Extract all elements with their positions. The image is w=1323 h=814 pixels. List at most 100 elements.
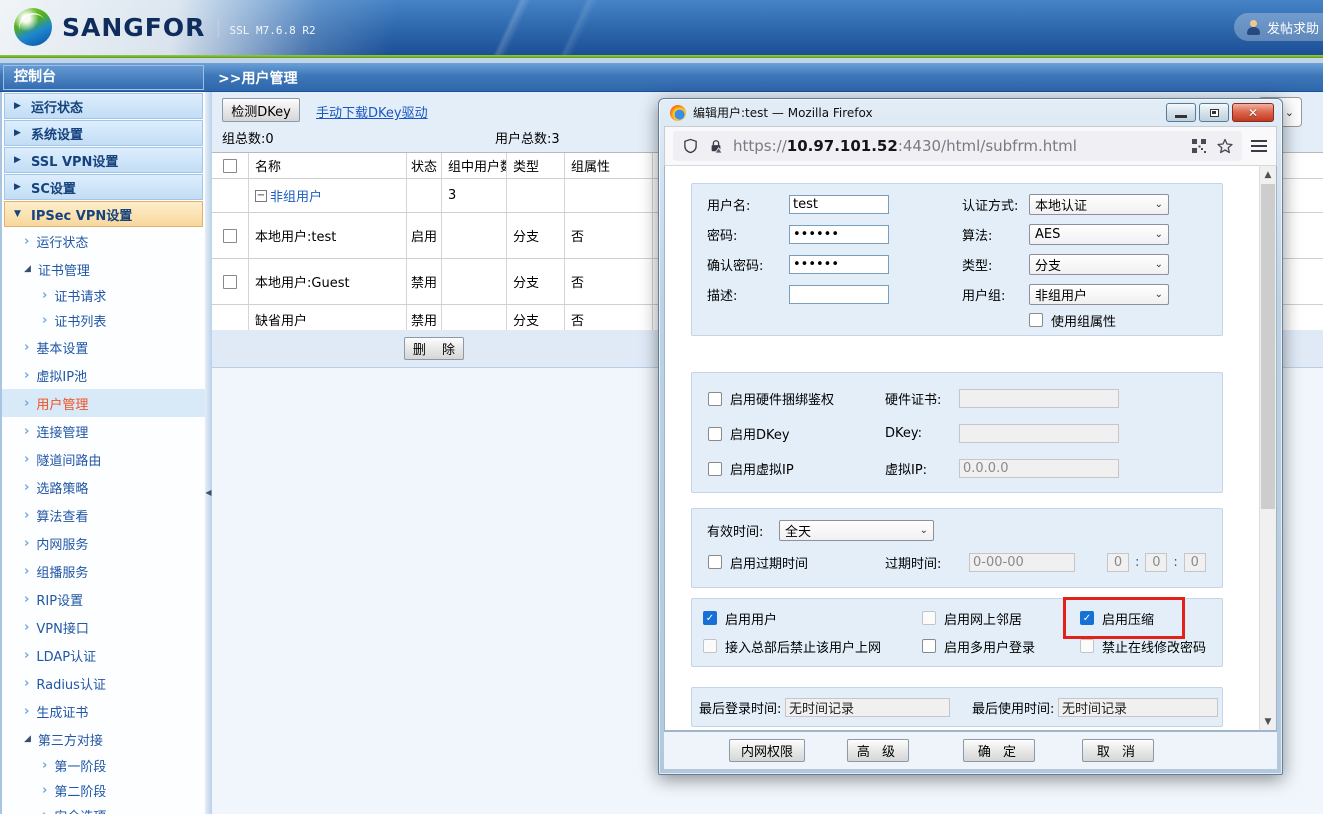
minimize-button[interactable] — [1166, 103, 1196, 122]
use-group-attr-checkbox[interactable] — [1029, 313, 1043, 327]
net-neighbor-checkbox[interactable] — [922, 611, 936, 625]
sidebar-item-cert-management[interactable]: ◢ 证书管理 — [2, 255, 205, 283]
sidebar-item-connection-management[interactable]: › 连接管理 — [2, 417, 205, 445]
enable-dkey-checkbox[interactable] — [708, 426, 722, 441]
sidebar-item-label: 证书列表 — [54, 315, 107, 330]
sidebar-item-running-status[interactable]: ▶ 运行状态 — [4, 93, 203, 119]
expire-second-input — [1183, 552, 1206, 572]
window-scrollbar[interactable]: ▲ ▼ — [1259, 166, 1276, 730]
chevron-right-icon: › — [24, 703, 30, 719]
type-select[interactable]: 分支 ⌄ — [1029, 253, 1169, 275]
group-link[interactable]: 非组用户 — [270, 186, 322, 205]
tree-collapse-icon[interactable]: − — [255, 189, 267, 202]
sidebar-item-ldap-auth[interactable]: › LDAP认证 — [2, 641, 205, 669]
detect-dkey-button[interactable]: 检测DKey — [222, 98, 300, 122]
scroll-down-arrow[interactable]: ▼ — [1260, 713, 1276, 730]
expire-minute-input — [1145, 552, 1168, 572]
group-name-cell: − 非组用户 — [249, 179, 407, 212]
user-name-cell[interactable]: 本地用户:Guest — [249, 259, 407, 304]
sidebar-item-system-settings[interactable]: ▶ 系统设置 — [4, 120, 203, 146]
window-titlebar[interactable]: 编辑用户:test — Mozilla Firefox ✕ — [664, 99, 1277, 126]
sidebar-item-ipsec-running-status[interactable]: › 运行状态 — [2, 227, 205, 255]
sidebar-item-generate-cert[interactable]: › 生成证书 — [2, 697, 205, 725]
description-input[interactable] — [789, 284, 889, 304]
net-neighbor-label: 启用网上邻居 — [944, 612, 1023, 628]
sidebar-item-ssl-vpn-settings[interactable]: ▶ SSL VPN设置 — [4, 147, 203, 173]
sidebar-item-security-options[interactable]: › 安全选项 — [2, 803, 205, 814]
sidebar-item-label: VPN接口 — [36, 621, 89, 637]
sidebar-item-phase-one[interactable]: › 第一阶段 — [2, 753, 205, 778]
close-button[interactable]: ✕ — [1232, 103, 1274, 122]
enable-user-checkbox[interactable]: ✓ — [703, 611, 717, 625]
sidebar-item-user-management[interactable]: › 用户管理 — [2, 389, 205, 417]
enable-virtual-ip-checkbox[interactable] — [708, 461, 722, 476]
virtual-ip-label: 虚拟IP: — [885, 463, 928, 478]
enable-expire-checkbox[interactable] — [708, 555, 722, 569]
user-group-select[interactable]: 非组用户 ⌄ — [1029, 283, 1169, 305]
chevron-right-icon: › — [42, 313, 48, 328]
sidebar-item-label: 第二阶段 — [54, 785, 107, 800]
minimize-icon — [1175, 114, 1187, 118]
valid-time-select[interactable]: 全天 ⌄ — [779, 519, 934, 541]
sidebar-item-radius-auth[interactable]: › Radius认证 — [2, 669, 205, 697]
sidebar-item-label: 算法查看 — [36, 509, 89, 525]
sidebar-item-ipsec-vpn-settings[interactable]: ▼ IPSec VPN设置 — [4, 201, 203, 227]
forbid-internet-checkbox[interactable] — [703, 639, 717, 653]
url-bar[interactable]: https://10.97.101.52:4430/html/subfrm.ht… — [673, 131, 1242, 161]
status-cell: 启用 — [407, 213, 442, 258]
forbid-pwd-change-checkbox[interactable] — [1080, 639, 1094, 653]
chevron-right-icon: › — [24, 479, 30, 495]
sidebar-item-label: 安全选项 — [54, 806, 106, 814]
type-label: 类型: — [962, 258, 993, 274]
row-checkbox[interactable] — [223, 274, 237, 289]
restore-button[interactable] — [1199, 103, 1229, 122]
intranet-permission-button[interactable]: 内网权限 — [729, 739, 805, 762]
sidebar-item-rip-settings[interactable]: › RIP设置 — [2, 585, 205, 613]
url-text[interactable]: https://10.97.101.52:4430/html/subfrm.ht… — [733, 137, 1182, 155]
sidebar-item-virtual-ip-pool[interactable]: › 虚拟IP池 — [2, 361, 205, 389]
username-input[interactable] — [789, 194, 889, 214]
sidebar-item-route-policy[interactable]: › 选路策略 — [2, 473, 205, 501]
multi-login-checkbox[interactable] — [922, 639, 936, 653]
sidebar-item-algorithm-view[interactable]: › 算法查看 — [2, 501, 205, 529]
scroll-up-arrow[interactable]: ▲ — [1260, 166, 1276, 183]
sidebar-item-tunnel-routing[interactable]: › 隧道间路由 — [2, 445, 205, 473]
user-name-cell[interactable]: 本地用户:test — [249, 213, 407, 258]
menu-hamburger-icon[interactable] — [1250, 137, 1268, 155]
sidebar-item-basic-settings[interactable]: › 基本设置 — [2, 333, 205, 361]
algorithm-select[interactable]: AES ⌄ — [1029, 223, 1169, 245]
app-root: SANGFOR | SSL M7.6.8 R2 发帖求助 控制台 >>用户管理 … — [0, 0, 1323, 814]
lock-warning-icon[interactable] — [707, 137, 725, 155]
chevron-right-icon: › — [24, 339, 30, 355]
dkey-label: DKey: — [885, 426, 923, 441]
select-all-checkbox[interactable] — [223, 158, 237, 173]
sidebar-item-vpn-interface[interactable]: › VPN接口 — [2, 613, 205, 641]
row-checkbox[interactable] — [223, 228, 237, 243]
sidebar-item-multicast-service[interactable]: › 组播服务 — [2, 557, 205, 585]
chevron-right-icon: › — [24, 619, 30, 635]
auth-method-select[interactable]: 本地认证 ⌄ — [1029, 193, 1169, 215]
url-scheme: https:// — [733, 137, 787, 155]
sidebar-item-cert-list[interactable]: › 证书列表 — [2, 308, 205, 333]
cancel-button[interactable]: 取 消 — [1082, 739, 1154, 762]
enable-hw-auth-checkbox[interactable] — [708, 391, 722, 406]
advanced-button[interactable]: 高 级 — [847, 739, 909, 762]
sidebar-item-sc-settings[interactable]: ▶ SC设置 — [4, 174, 203, 200]
sidebar-item-intranet-service[interactable]: › 内网服务 — [2, 529, 205, 557]
sidebar-item-phase-two[interactable]: › 第二阶段 — [2, 778, 205, 803]
attr-cell — [565, 179, 653, 212]
qr-grid-icon[interactable] — [1190, 137, 1208, 155]
post-help-button[interactable]: 发帖求助 — [1233, 13, 1323, 41]
confirm-password-input[interactable] — [789, 254, 889, 274]
sidebar-item-third-party[interactable]: ◢ 第三方对接 — [2, 725, 205, 753]
sidebar-item-cert-request[interactable]: › 证书请求 — [2, 283, 205, 308]
scrollbar-thumb[interactable] — [1261, 184, 1275, 509]
download-dkey-driver-link[interactable]: 手动下载DKey驱动 — [316, 102, 428, 121]
sidebar-item-label: IPSec VPN设置 — [31, 208, 133, 224]
password-input[interactable] — [789, 224, 889, 244]
shield-icon[interactable] — [681, 137, 699, 155]
ok-button[interactable]: 确 定 — [963, 739, 1035, 762]
bookmark-star-icon[interactable] — [1216, 137, 1234, 155]
delete-button[interactable]: 删 除 — [404, 337, 464, 360]
enable-compression-checkbox[interactable]: ✓ — [1080, 611, 1094, 625]
